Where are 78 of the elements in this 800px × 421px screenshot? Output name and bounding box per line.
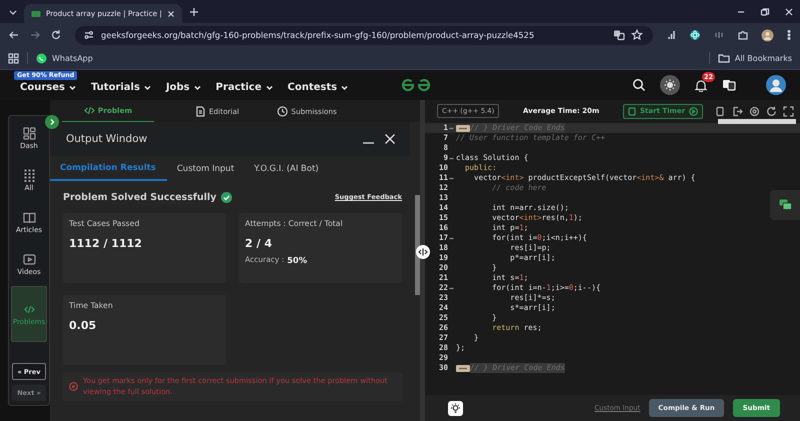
scrollbar[interactable] — [415, 195, 420, 295]
plus-icon[interactable] — [188, 6, 199, 16]
fold-icon[interactable] — [449, 156, 454, 160]
expand-icon[interactable] — [45, 115, 59, 129]
nav-menu[interactable]: Contests — [288, 77, 350, 93]
favicon-icon — [31, 10, 41, 18]
folded-code-icon[interactable] — [456, 364, 470, 372]
translate-icon[interactable] — [722, 78, 736, 92]
chat-icon — [778, 199, 792, 211]
reload-icon[interactable] — [50, 29, 62, 41]
chevron-down-icon — [192, 83, 202, 92]
output-tab[interactable]: Custom Input — [166, 156, 244, 181]
chevron-down-icon — [340, 83, 350, 92]
bars-icon[interactable] — [665, 29, 677, 41]
url-text: geeksforgeeks.org/batch/gfg-160-problems/track/prefix-sum-gfg-160/problem/product-array-puzzle4525 — [101, 30, 534, 40]
fullscreen-icon[interactable] — [783, 106, 794, 116]
all-bookmarks-button[interactable]: All Bookmarks — [718, 53, 792, 63]
fold-icon[interactable] — [449, 176, 454, 180]
copy-icon[interactable] — [715, 106, 726, 116]
output-tab[interactable]: Y.O.G.I. (AI Bot) — [244, 156, 329, 181]
card-value: 0.05 — [69, 319, 98, 332]
chevron-down-icon — [264, 83, 274, 92]
theme-toggle-icon[interactable] — [660, 75, 680, 95]
nav-menu[interactable]: Courses — [20, 77, 77, 93]
star-icon[interactable] — [631, 29, 643, 41]
check-icon — [221, 192, 232, 202]
nav-menu[interactable]: Jobs — [166, 77, 202, 93]
avatar-icon[interactable] — [761, 28, 774, 42]
chat-bubble-icon — [36, 52, 47, 64]
apps-icon[interactable] — [8, 52, 19, 64]
close-icon[interactable] — [384, 133, 396, 145]
folder-icon — [718, 53, 730, 63]
resize-bar[interactable] — [420, 100, 425, 421]
chevron-down-icon — [142, 83, 152, 92]
reset-icon[interactable] — [766, 106, 778, 116]
atom-icon[interactable] — [689, 29, 701, 41]
chevron-down-icon — [68, 83, 77, 92]
clock-icon — [277, 106, 288, 116]
export-icon[interactable] — [732, 106, 744, 116]
close-icon[interactable] — [166, 10, 175, 18]
video-icon — [22, 252, 36, 266]
dashboard-icon — [22, 126, 36, 140]
avatar-icon[interactable] — [766, 75, 786, 95]
address-field[interactable]: geeksforgeeks.org/batch/gfg-160-problems/track/prefix-sum-gfg-160/problem/product-array-puzzle4525 — [75, 26, 653, 44]
site-settings-icon[interactable] — [83, 29, 95, 41]
card-value: 1112 / 1112 — [69, 237, 143, 250]
fold-icon[interactable] — [449, 126, 454, 130]
close-icon[interactable] — [784, 6, 794, 16]
play-icon — [689, 106, 698, 116]
window-title: Output Window — [66, 133, 148, 145]
translate-icon[interactable] — [613, 29, 625, 41]
fold-icon[interactable] — [449, 286, 454, 290]
card-value: 2 / 4 — [245, 237, 273, 250]
forward-icon[interactable] — [29, 29, 41, 41]
output-tab[interactable]: Compilation Results — [50, 156, 167, 181]
restore-icon[interactable] — [760, 6, 770, 16]
search-icon[interactable] — [632, 78, 646, 92]
info-icon — [69, 382, 78, 392]
bell-icon[interactable] — [694, 78, 708, 92]
chat-button[interactable] — [770, 190, 800, 220]
bookmark[interactable]: WhatsApp — [36, 52, 93, 64]
folded-code-icon[interactable] — [456, 124, 470, 132]
code-icon — [84, 105, 95, 116]
back-icon[interactable] — [8, 29, 20, 41]
scrollbar[interactable] — [718, 119, 796, 124]
lightbulb-icon[interactable] — [448, 400, 463, 416]
settings-icon[interactable] — [749, 106, 760, 116]
status-message: Problem Solved Successfully — [63, 192, 216, 202]
fold-icon[interactable] — [449, 236, 454, 240]
nav-menu[interactable]: Practice — [216, 77, 274, 93]
more-icon[interactable] — [786, 29, 792, 41]
logo-icon[interactable] — [400, 77, 432, 93]
equalizer-icon[interactable] — [713, 29, 725, 41]
grid-icon — [22, 168, 36, 182]
book-icon — [22, 210, 36, 224]
detail-value: 50% — [287, 255, 308, 265]
document-icon — [194, 106, 206, 116]
nav-menu[interactable]: Tutorials — [90, 77, 152, 93]
